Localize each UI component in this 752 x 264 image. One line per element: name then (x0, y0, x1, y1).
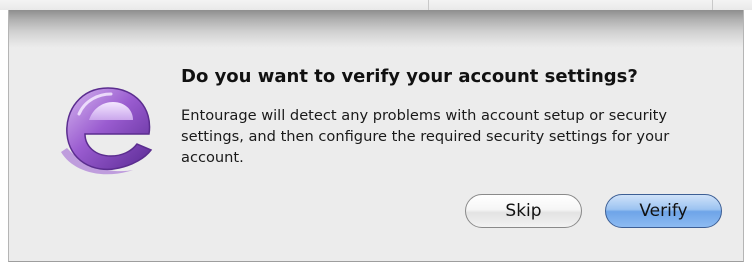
entourage-e-icon (61, 87, 153, 175)
alert-sheet: Do you want to verify your account setti… (8, 10, 744, 262)
verify-button[interactable]: Verify (605, 194, 722, 228)
alert-heading: Do you want to verify your account setti… (181, 66, 638, 87)
sheet-top-shadow (9, 10, 743, 48)
window-toolbar-strip (0, 0, 752, 10)
alert-message: Entourage will detect any problems with … (181, 107, 670, 166)
toolbar-separator (712, 0, 713, 10)
toolbar-separator (428, 0, 429, 10)
skip-button[interactable]: Skip (465, 194, 582, 228)
window: Do you want to verify your account setti… (0, 0, 752, 264)
